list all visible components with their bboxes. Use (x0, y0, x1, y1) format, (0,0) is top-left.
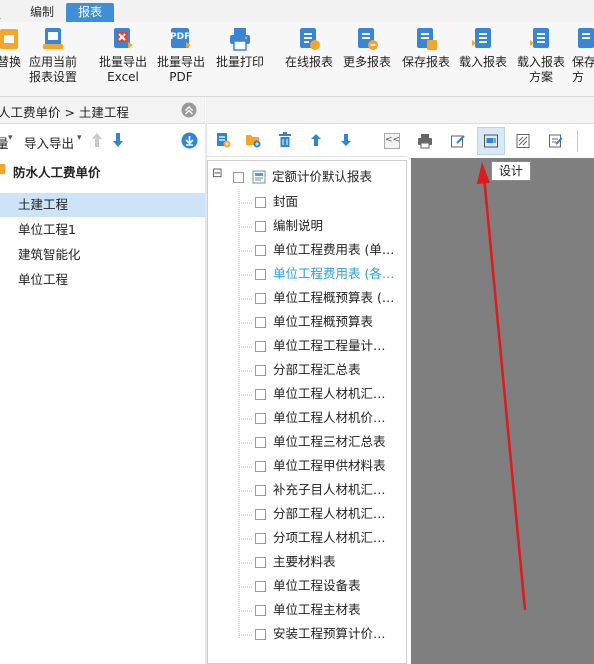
annotation-arrow-head (477, 162, 490, 184)
annotation-arrow-shaft (482, 175, 527, 611)
annotation-arrow (477, 162, 527, 611)
